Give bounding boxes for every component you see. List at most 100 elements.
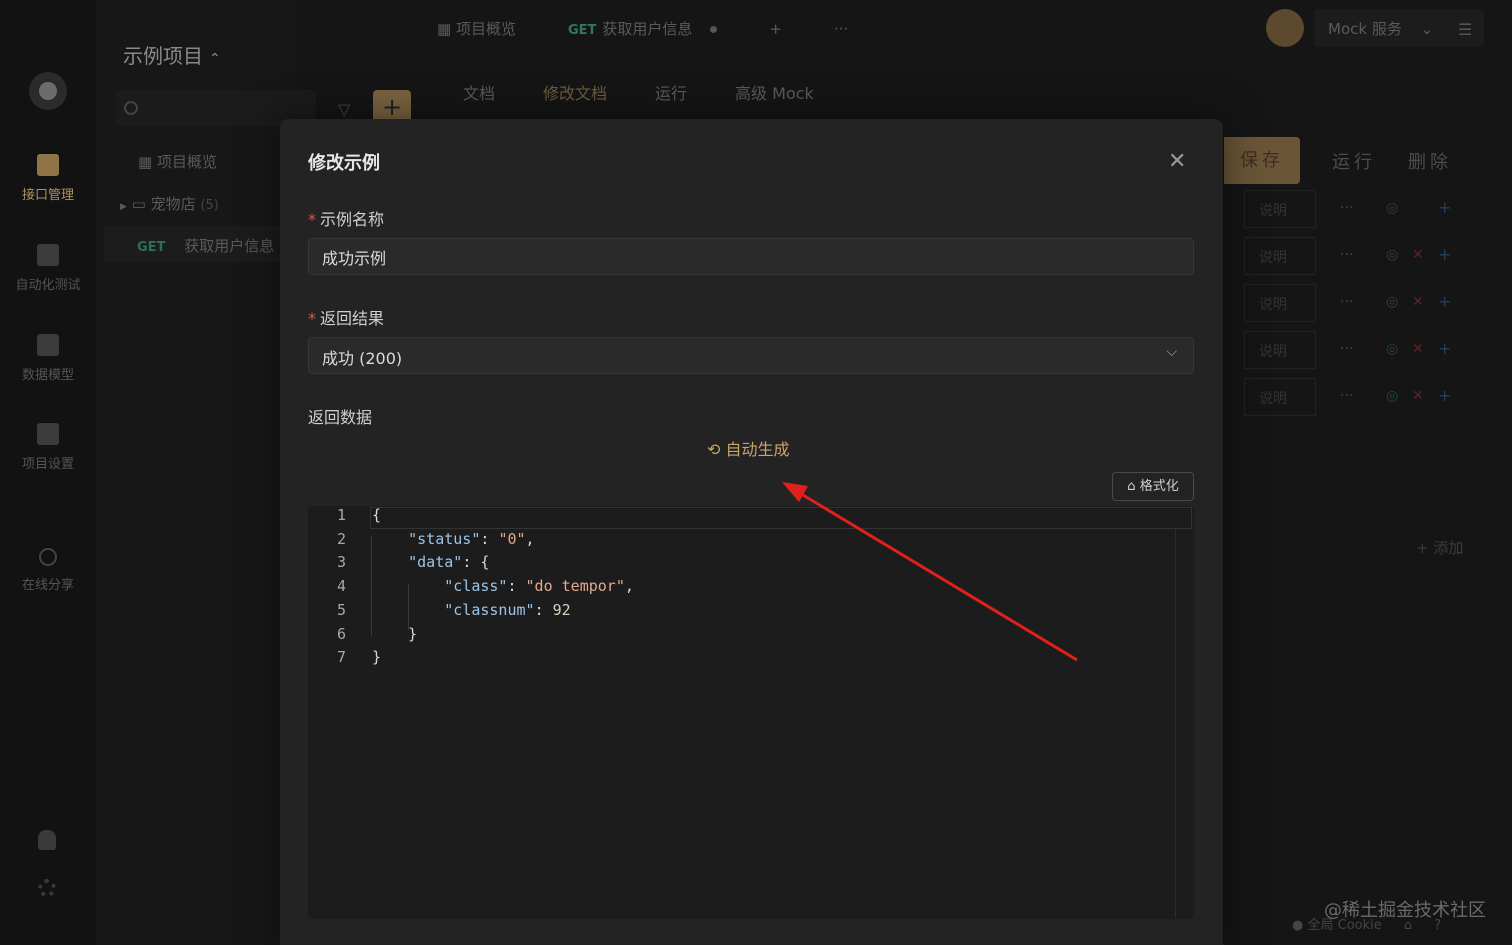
add-row-button[interactable]: + 添加 bbox=[1416, 537, 1463, 558]
tree-item-count: (5) bbox=[200, 198, 219, 213]
param-desc-input[interactable]: 说明 bbox=[1244, 284, 1316, 322]
add-icon[interactable]: + bbox=[1438, 292, 1451, 311]
code-line: 5 "classnum": 92 bbox=[308, 601, 571, 625]
code-number: 92 bbox=[552, 600, 571, 619]
code-punct: : bbox=[480, 529, 499, 548]
param-desc-input[interactable]: 说明 bbox=[1244, 378, 1316, 416]
code-line: 7} bbox=[308, 648, 381, 672]
tab-endpoint[interactable]: GET 获取用户信息 bbox=[567, 18, 718, 39]
more-icon[interactable]: ··· bbox=[1340, 388, 1353, 404]
remove-icon[interactable]: ✕ bbox=[1412, 294, 1424, 310]
param-row: 说明 ··· ◎ ✕ + bbox=[1224, 378, 1484, 418]
label-text: 返回结果 bbox=[320, 309, 385, 328]
return-data-label: 返回数据 bbox=[308, 408, 373, 427]
nav-item-api[interactable]: 接口管理 bbox=[0, 154, 96, 203]
code-key: "classnum" bbox=[444, 600, 535, 619]
code-text: } bbox=[372, 648, 381, 666]
grid-icon: ▦ bbox=[437, 20, 456, 38]
remove-icon[interactable]: ✕ bbox=[1412, 388, 1424, 404]
tree-item-endpoint[interactable]: GET 获取用户信息 bbox=[137, 235, 274, 256]
param-desc-input[interactable]: 说明 bbox=[1244, 237, 1316, 275]
param-desc-input[interactable]: 说明 bbox=[1244, 190, 1316, 228]
code-line: 6 } bbox=[308, 625, 417, 649]
nav-item-autotest[interactable]: 自动化测试 bbox=[0, 244, 96, 293]
line-number: 3 bbox=[336, 553, 346, 572]
add-icon[interactable]: + bbox=[1438, 386, 1451, 405]
code-punct: { bbox=[480, 553, 490, 572]
return-result-select[interactable]: 成功 (200) ⌵ bbox=[308, 337, 1194, 374]
add-icon[interactable]: + bbox=[1438, 198, 1451, 217]
tree-item-folder[interactable]: ▶ ▭ 宠物店 (5) bbox=[120, 193, 219, 214]
add-icon[interactable]: + bbox=[1438, 339, 1451, 358]
sub-tab-bar: 文档 修改文档 运行 高级 Mock bbox=[463, 80, 814, 104]
gear-icon[interactable] bbox=[38, 879, 56, 897]
filter-icon[interactable]: ▽ bbox=[338, 100, 350, 119]
tree-item-label: 项目概览 bbox=[156, 153, 217, 171]
hamburger-menu-icon[interactable]: ☰ bbox=[1458, 20, 1472, 39]
method-badge: GET bbox=[567, 23, 597, 38]
line-number: 1 bbox=[336, 506, 346, 524]
nav-item-settings[interactable]: 项目设置 bbox=[0, 423, 96, 472]
grid-icon: ▦ bbox=[138, 153, 153, 171]
eye-icon[interactable]: ◎ bbox=[1386, 200, 1398, 216]
format-button[interactable]: ⌂ 格式化 bbox=[1112, 472, 1194, 501]
editor-scrollbar[interactable] bbox=[1175, 528, 1176, 918]
autotest-icon bbox=[37, 244, 59, 266]
delete-button[interactable]: 删除 bbox=[1408, 148, 1452, 174]
subtab-doc[interactable]: 文档 bbox=[463, 80, 495, 104]
nav-item-label: 项目设置 bbox=[21, 457, 74, 472]
tab-overview[interactable]: ▦ 项目概览 bbox=[437, 18, 516, 39]
share-icon bbox=[39, 548, 57, 566]
tab-label: 获取用户信息 bbox=[602, 20, 693, 38]
subtab-edit-doc[interactable]: 修改文档 bbox=[543, 80, 607, 104]
auto-generate-button[interactable]: ⟲ 自动生成 bbox=[707, 436, 790, 460]
tree-item-overview[interactable]: ▦ 项目概览 bbox=[138, 151, 217, 172]
format-label: 格式化 bbox=[1139, 479, 1179, 494]
nav-item-schema[interactable]: 数据模型 bbox=[0, 334, 96, 383]
eye-icon[interactable]: ◎ bbox=[1386, 294, 1398, 310]
left-nav: 接口管理 自动化测试 数据模型 项目设置 在线分享 bbox=[0, 0, 96, 945]
eye-icon[interactable]: ◎ bbox=[1386, 247, 1398, 263]
new-tab-button[interactable]: + bbox=[769, 20, 782, 38]
refresh-icon: ⟲ bbox=[707, 440, 721, 459]
json-code-editor[interactable]: 1{2 "status": "0", 3 "data": {4 "class": … bbox=[308, 506, 1194, 919]
modal-title: 修改示例 bbox=[308, 153, 380, 174]
top-tab-bar: ▦ 项目概览 GET 获取用户信息 + ··· bbox=[437, 18, 848, 39]
param-row: 说明 ··· ◎ ✕ + bbox=[1224, 331, 1484, 371]
auto-generate-label: 自动生成 bbox=[725, 440, 790, 459]
more-tabs-button[interactable]: ··· bbox=[834, 20, 848, 38]
eye-icon[interactable]: ◎ bbox=[1386, 341, 1398, 357]
code-punct: , bbox=[525, 529, 535, 548]
more-icon[interactable]: ··· bbox=[1340, 247, 1353, 263]
watermark: @稀土掘金技术社区 bbox=[1324, 900, 1486, 921]
more-icon[interactable]: ··· bbox=[1340, 341, 1353, 357]
bell-icon[interactable] bbox=[38, 830, 56, 850]
project-selector[interactable]: 示例项目 ⌃ bbox=[123, 40, 221, 69]
subtab-advanced-mock[interactable]: 高级 Mock bbox=[735, 80, 814, 104]
more-icon[interactable]: ··· bbox=[1340, 200, 1353, 216]
close-icon[interactable]: ✕ bbox=[1168, 149, 1186, 174]
code-punct: : bbox=[462, 553, 481, 572]
code-punct: { bbox=[372, 506, 382, 524]
run-button[interactable]: 运行 bbox=[1332, 148, 1376, 174]
remove-icon[interactable]: ✕ bbox=[1412, 247, 1424, 263]
sync-icon[interactable] bbox=[1266, 9, 1304, 47]
avatar[interactable] bbox=[29, 72, 67, 110]
save-button[interactable]: 保存 bbox=[1224, 137, 1300, 184]
nav-item-share[interactable]: 在线分享 bbox=[0, 548, 96, 593]
code-line: 3 "data": { bbox=[308, 553, 489, 577]
code-key: "data" bbox=[408, 553, 463, 572]
mock-service-label: Mock 服务 bbox=[1328, 20, 1402, 38]
code-punct: , bbox=[624, 577, 634, 596]
add-icon[interactable]: + bbox=[1438, 245, 1451, 264]
param-desc-input[interactable]: 说明 bbox=[1244, 331, 1316, 369]
remove-icon[interactable]: ✕ bbox=[1412, 341, 1424, 357]
more-icon[interactable]: ··· bbox=[1340, 294, 1353, 310]
code-text: "classnum": 92 bbox=[372, 600, 571, 619]
code-line: 4 "class": "do tempor", bbox=[308, 577, 634, 601]
chevron-updown-icon: ⌃ bbox=[209, 51, 221, 67]
eye-icon[interactable]: ◎ bbox=[1386, 388, 1398, 404]
subtab-run[interactable]: 运行 bbox=[655, 80, 687, 104]
example-name-input[interactable] bbox=[308, 238, 1194, 275]
